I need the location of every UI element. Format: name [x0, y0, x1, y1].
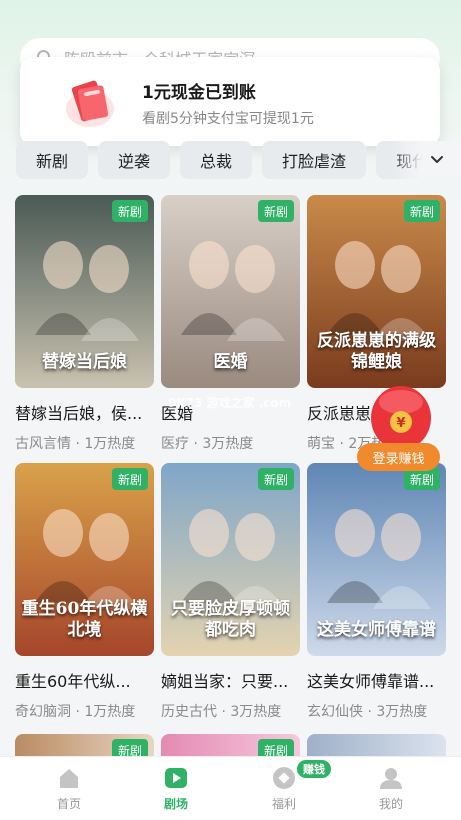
drama-meta: 奇幻脑洞 · 1万热度	[15, 704, 136, 720]
poster-title: 这美女师傅靠谱	[317, 619, 436, 640]
new-badge: 新剧	[111, 468, 148, 490]
category-chip[interactable]: 总裁	[180, 141, 253, 179]
svg-text:¥: ¥	[396, 416, 405, 431]
drama-poster[interactable]: 只要脸皮厚顿顿都吃肉 新剧	[161, 463, 300, 656]
drama-meta: 历史古代 · 3万热度	[161, 704, 282, 720]
cash-reward-toast: 1元现金已到账 看剧5分钟支付宝可提现1元	[20, 57, 440, 146]
toast-subtitle: 看剧5分钟支付宝可提现1元	[142, 111, 314, 127]
poster-title: 替嫁当后娘	[42, 351, 127, 372]
nav-label: 剧场	[163, 797, 188, 811]
drama-meta: 古风言情 · 1万热度	[15, 436, 136, 452]
red-envelope-icon	[66, 80, 114, 127]
drama-poster[interactable]: 医婚 新剧	[161, 195, 300, 388]
drama-poster[interactable]: 重生60年代纵横北境 新剧	[15, 463, 154, 656]
drama-card[interactable]: 重生60年代纵横北境 新剧重生60年代纵... 奇幻脑洞 · 1万热度	[15, 463, 154, 721]
nav-label: 福利	[271, 797, 296, 811]
drama-card[interactable]: 替嫁当后娘 新剧替嫁当后娘，侯... 古风言情 · 1万热度	[15, 195, 154, 453]
toast-title: 1元现金已到账	[142, 83, 256, 103]
watermark: 9K73 游戏之家 .com	[168, 396, 292, 410]
chips-fade	[391, 141, 461, 179]
user-icon	[380, 768, 402, 789]
drama-card[interactable]: 这美女师傅靠谱 新剧这美女师傅靠谱... 玄幻仙侠 · 3万热度	[307, 463, 446, 721]
new-badge: 新剧	[257, 200, 294, 222]
drama-meta: 医疗 · 3万热度	[161, 436, 254, 452]
drama-title[interactable]: 嫡姐当家：只要...	[161, 668, 300, 692]
poster-title: 只要脸皮厚顿顿都吃肉	[171, 599, 290, 640]
drama-title[interactable]: 替嫁当后娘，侯...	[15, 400, 154, 424]
drama-card[interactable]: 只要脸皮厚顿顿都吃肉 新剧嫡姐当家：只要... 历史古代 · 3万热度	[161, 463, 300, 721]
earn-badge: 赚钱	[297, 760, 331, 778]
drama-meta: 玄幻仙侠 · 3万热度	[307, 704, 428, 720]
category-chip[interactable]: 新剧	[16, 141, 89, 179]
chevron-down-icon[interactable]	[427, 150, 447, 170]
bottom-nav: 首页 剧场 福利 我的	[0, 756, 461, 820]
new-badge: 新剧	[257, 468, 294, 490]
home-icon	[60, 769, 78, 788]
drama-poster[interactable]: 反派崽崽的满级锦鲤娘 新剧	[307, 195, 446, 388]
poster-title: 重生60年代纵横北境	[21, 599, 148, 640]
drama-poster[interactable]: 这美女师傅靠谱 新剧	[307, 463, 446, 656]
coin-icon	[273, 767, 295, 789]
nav-item-home[interactable]: 首页	[34, 765, 104, 812]
new-badge: 新剧	[111, 200, 148, 222]
drama-card[interactable]: 医婚 新剧 医婚医疗 · 3万热度	[161, 195, 300, 453]
poster-title: 医婚	[213, 351, 248, 372]
nav-label: 首页	[56, 797, 81, 811]
drama-poster[interactable]: 替嫁当后娘 新剧	[15, 195, 154, 388]
play-icon	[165, 768, 187, 788]
new-badge: 新剧	[403, 200, 440, 222]
drama-title[interactable]: 重生60年代纵...	[15, 668, 154, 692]
login-earn-button[interactable]: 登录赚钱	[357, 443, 440, 471]
drama-title[interactable]: 这美女师傅靠谱...	[307, 668, 446, 692]
category-chip[interactable]: 打脸虐渣	[262, 141, 367, 179]
nav-label: 我的	[378, 797, 403, 811]
category-chip[interactable]: 逆袭	[98, 141, 171, 179]
nav-item-theater[interactable]: 剧场	[141, 765, 211, 812]
poster-title: 反派崽崽的满级锦鲤娘	[317, 331, 436, 372]
nav-item-profile[interactable]: 我的	[356, 765, 426, 812]
